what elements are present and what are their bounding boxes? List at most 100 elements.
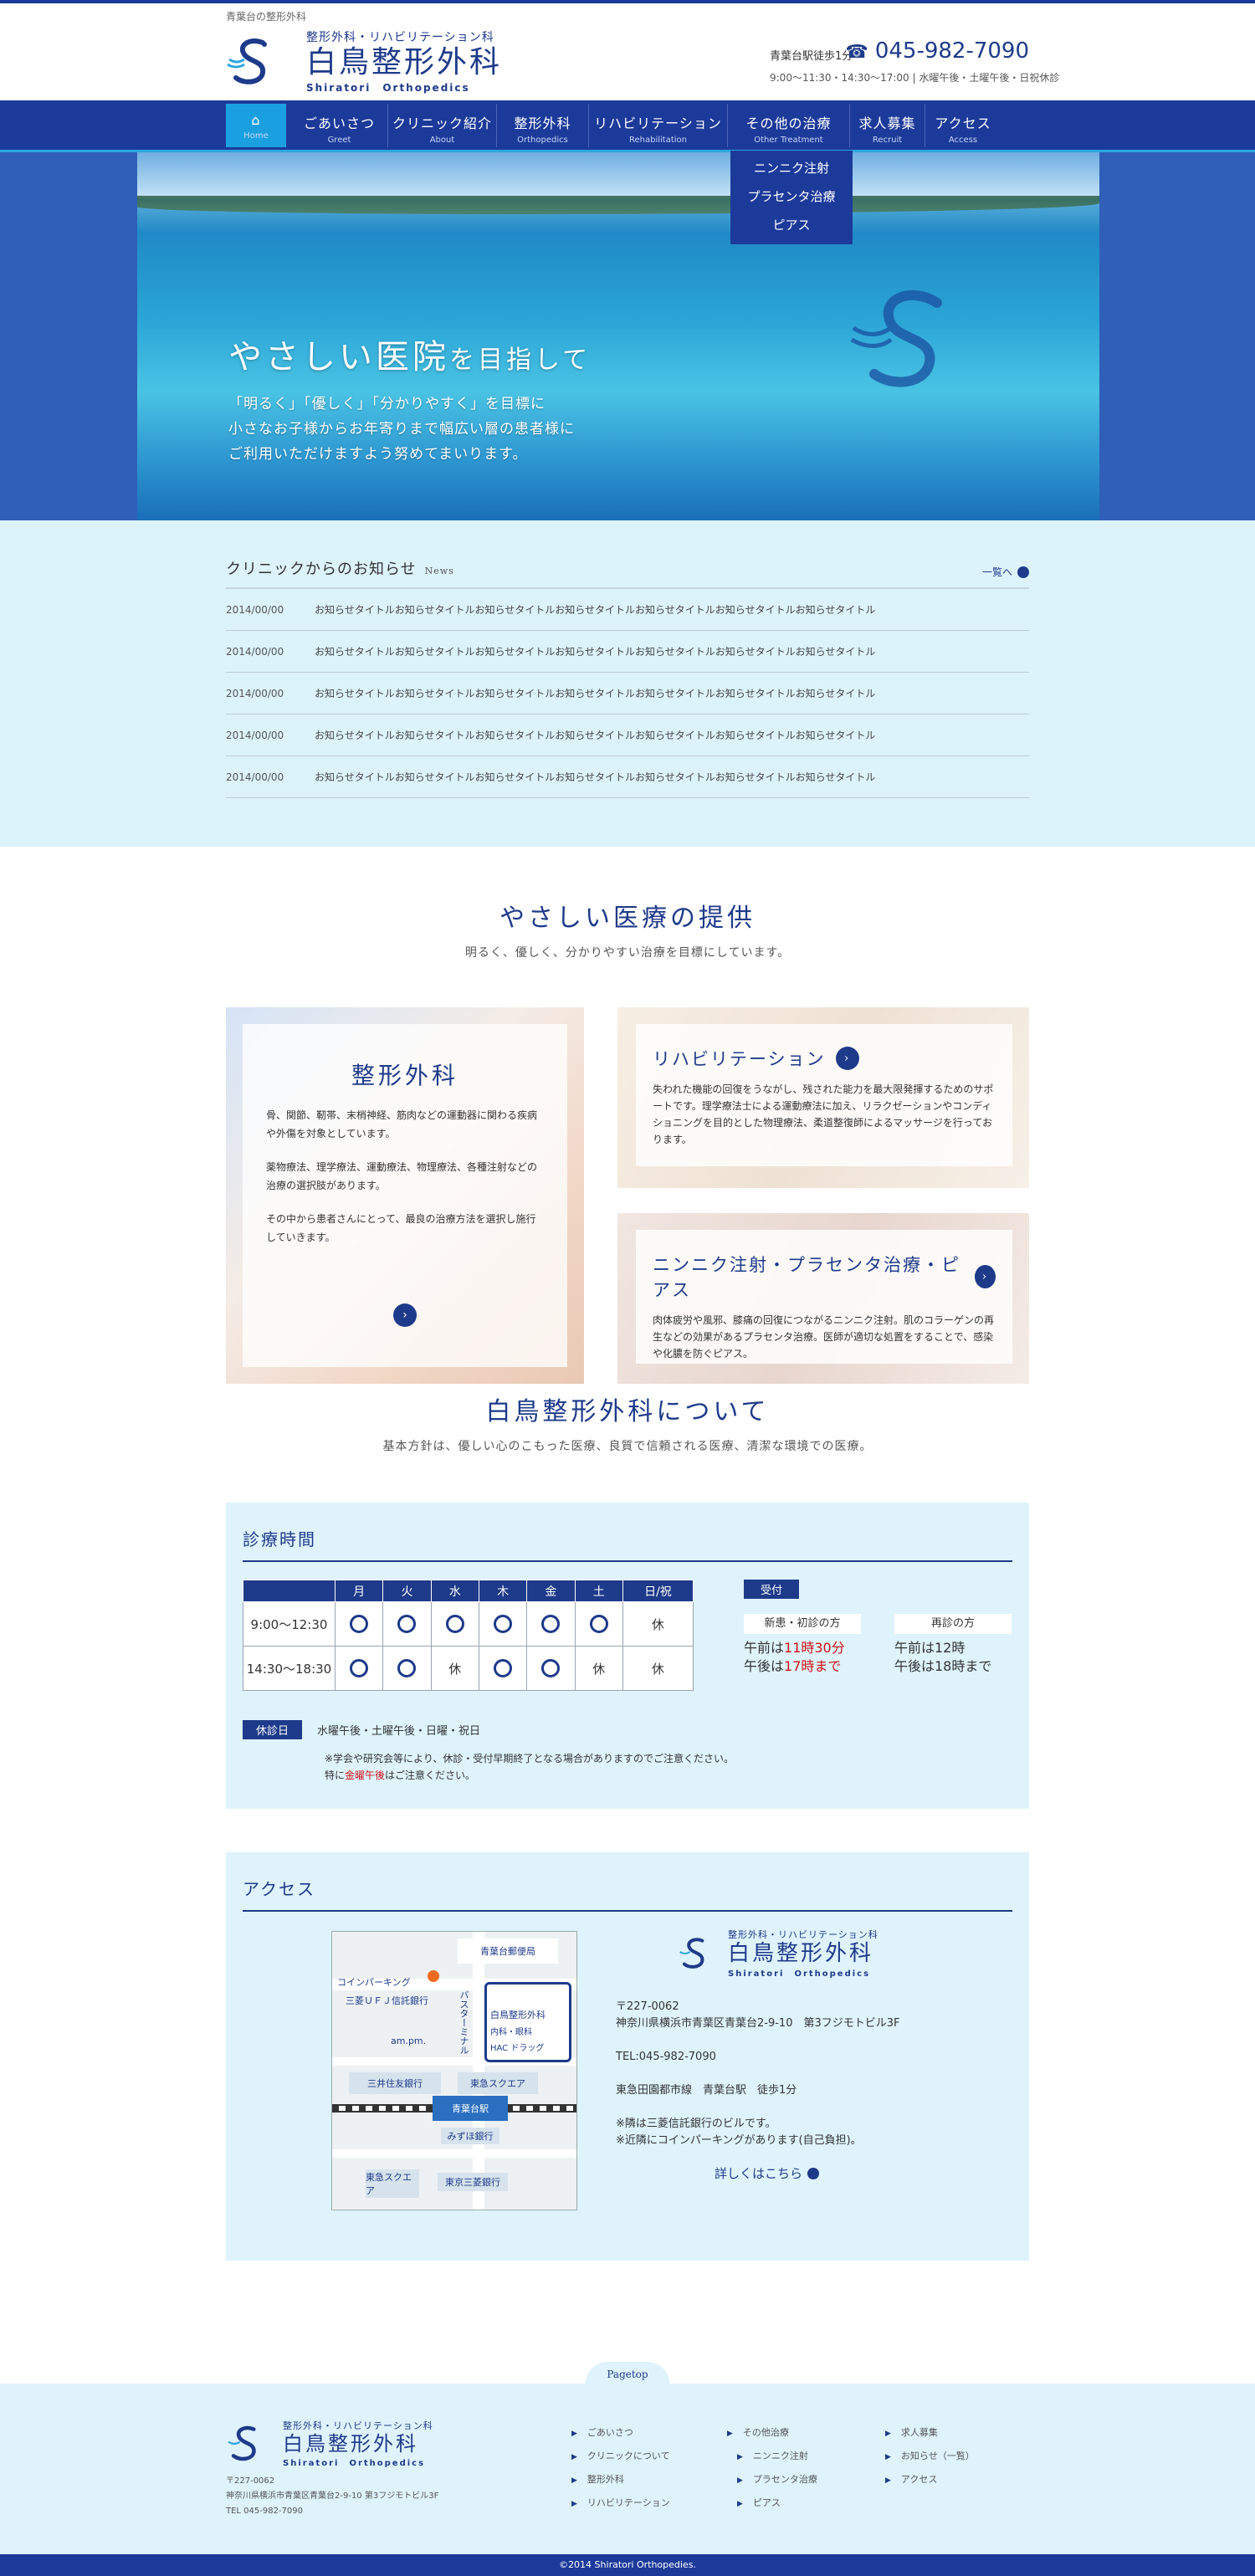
logo-title: 白鳥整形外科: [306, 45, 503, 79]
hero-text: 「明るく」「優しく」「分かりやすく」を目標に 小さなお子様からお年寄りまで幅広い…: [228, 392, 575, 467]
hours-note-2: 特に金曜午後はご注意ください。: [325, 1767, 734, 1784]
closed-days-badge: 休診日: [243, 1720, 303, 1739]
footer-link[interactable]: ▶ ニンニク注射: [727, 2449, 817, 2472]
triangle-right-icon: ▶: [737, 2453, 743, 2461]
new-patient-am: 午前は11時30分: [744, 1639, 861, 1657]
home-icon: ⌂: [251, 111, 261, 128]
footer-link[interactable]: ▶ ピアス: [727, 2496, 817, 2519]
footer-link[interactable]: ▶ その他治療: [727, 2425, 817, 2449]
map-post-office: 青葉台郵便局: [458, 1938, 558, 1964]
open-mark: [574, 1601, 623, 1646]
orthopedics-text-3: その中から患者さんにとって、最良の治療方法を選択し施行していきます。: [266, 1213, 536, 1243]
returning-patient-title: 再診の方: [894, 1614, 1012, 1634]
other-treatment-card[interactable]: ニンニク注射・プラセンタ治療・ピアス › 肉体疲労や風邪、膝痛の回復につながるニン…: [617, 1213, 1029, 1384]
closed-mark: 休: [622, 1601, 694, 1646]
news-item[interactable]: 2014/00/00 お知らせタイトルお知らせタイトルお知らせタイトルお知らせタイ…: [226, 589, 1029, 631]
footer-link[interactable]: ▶ クリニックについて: [571, 2449, 670, 2472]
rehabilitation-card-title: リハビリテーション ›: [653, 1046, 996, 1071]
chevron-right-icon[interactable]: ›: [974, 1265, 996, 1288]
orthopedics-card[interactable]: 整形外科 骨、関節、靭帯、末梢神経、筋肉などの運動器に関わる疾病や外傷を対象とし…: [226, 1007, 584, 1384]
nav-home[interactable]: ⌂ Home: [226, 103, 286, 147]
new-patient-col: 新患・初診の方 午前は11時30分 午後は17時まで: [744, 1614, 861, 1676]
nav-greet[interactable]: ごあいさつ Greet: [291, 103, 388, 147]
access-map[interactable]: 青葉台郵便局 コインパーキング 三菱ＵＦＪ信託銀行 バスターミナル am.pm.…: [331, 1931, 577, 2210]
dropdown-placenta[interactable]: プラセンタ治療: [730, 182, 853, 211]
footer-link[interactable]: ▶ 整形外科: [571, 2472, 670, 2496]
hero-sky: [137, 152, 1099, 198]
footer-link-text: ごあいさつ: [587, 2427, 633, 2438]
footer-link[interactable]: ▶ リハビリテーション: [571, 2496, 670, 2519]
nav-about[interactable]: クリニック紹介 About: [388, 103, 497, 147]
map-tokyu-label: 東急スクエア: [470, 2078, 525, 2089]
pagetop-button[interactable]: Pagetop: [586, 2362, 669, 2384]
nav-other-treatment[interactable]: その他の治療 Other Treatment: [728, 103, 850, 147]
footer-link[interactable]: ▶ プラセンタ治療: [727, 2472, 817, 2496]
news-more-link[interactable]: 一覧へ: [982, 565, 1029, 579]
chevron-right-icon[interactable]: ›: [393, 1303, 417, 1327]
chevron-right-icon[interactable]: ›: [835, 1047, 859, 1070]
map-station: 青葉台駅: [433, 2096, 508, 2121]
dropdown-piercing[interactable]: ピアス: [730, 211, 853, 239]
phone-text: 045-982-7090: [874, 38, 1029, 64]
treatments-subtitle: 明るく、優しく、分かりやすい治療を目標にしています。: [464, 946, 791, 960]
footer-link[interactable]: ▶ アクセス: [885, 2472, 975, 2496]
access-logo: 整形外科・リハビリテーション科 白鳥整形外科 Shiratori Orthope…: [678, 1928, 984, 1979]
hours-row-pm: 14:30～18:30 休 休 休: [243, 1646, 694, 1691]
open-circle-icon: [397, 1659, 417, 1677]
map-mitsubishi-label: 東京三菱銀行: [445, 2177, 500, 2188]
swan-logo-icon: [679, 1937, 704, 1969]
news-item[interactable]: 2014/00/00 お知らせタイトルお知らせタイトルお知らせタイトルお知らせタイ…: [226, 714, 1029, 756]
footer-link[interactable]: ▶ ごあいさつ: [571, 2425, 670, 2449]
map-station-label: 青葉台駅: [452, 2103, 489, 2114]
open-circle-icon: [541, 1659, 561, 1677]
day-sat: 土: [574, 1580, 623, 1602]
phone-icon: ☎: [845, 42, 868, 63]
phone-number[interactable]: ☎ 045-982-7090: [845, 38, 1029, 64]
news-date: 2014/00/00: [226, 771, 284, 783]
footer-links-3: ▶ 求人募集 ▶ お知らせ（一覧） ▶ アクセス: [885, 2425, 975, 2496]
rehabilitation-text: 失われた機能の回復をうながし、残された能力を最大限発揮するためのサポートです。理…: [653, 1083, 994, 1145]
access-note-2: ※近隣にコインパーキングがあります(自己負担)。: [616, 2134, 862, 2147]
nav-rehab-en: Rehabilitation: [628, 135, 687, 145]
nav-rehabilitation[interactable]: リハビリテーション Rehabilitation: [589, 103, 728, 147]
news-item[interactable]: 2014/00/00 お知らせタイトルお知らせタイトルお知らせタイトルお知らせタイ…: [226, 756, 1029, 798]
news-item[interactable]: 2014/00/00 お知らせタイトルお知らせタイトルお知らせタイトルお知らせタイ…: [226, 673, 1029, 714]
rehabilitation-card[interactable]: リハビリテーション › 失われた機能の回復をうながし、残された能力を最大限発揮する…: [617, 1007, 1029, 1188]
site-logo[interactable]: 整形外科・リハビリテーション科 白鳥整形外科 Shiratori Orthope…: [226, 28, 502, 95]
map-road: [332, 2149, 576, 2158]
orthopedics-text-1: 骨、関節、靭帯、末梢神経、筋肉などの運動器に関わる疾病や外傷を対象としています。: [266, 1109, 538, 1139]
map-mitsubishi: 東京三菱銀行: [438, 2173, 508, 2191]
station-info: 青葉台駅徒歩1分: [770, 50, 853, 63]
news-item[interactable]: 2014/00/00 お知らせタイトルお知らせタイトルお知らせタイトルお知らせタイ…: [226, 631, 1029, 673]
note2-a: 特に: [325, 1769, 346, 1781]
hero-title-tail: を目指して: [449, 346, 592, 375]
map-mizuho-label: みずほ銀行: [447, 2131, 494, 2142]
nav-access[interactable]: アクセス Access: [925, 104, 1001, 147]
nav-orthopedics[interactable]: 整形外科 Orthopedics: [497, 103, 589, 147]
new-am-time: 11時30分: [784, 1640, 845, 1656]
new-am-label: 午前は: [744, 1640, 785, 1656]
access-tel: TEL:045-982-7090: [616, 2051, 716, 2063]
map-clinic-label: 白鳥整形外科: [490, 2010, 546, 2020]
access-more-link[interactable]: 詳しくはこちら: [715, 2164, 984, 2182]
other-treatment-dropdown: ニンニク注射 プラセンタ治療 ピアス: [730, 151, 853, 244]
closed-days-text: 水曜午後・土曜午後・日曜・祝日: [317, 1725, 481, 1738]
day-thu: 木: [478, 1580, 528, 1602]
nav-recruit[interactable]: 求人募集 Recruit: [850, 103, 925, 147]
footer-links-2: ▶ その他治療 ▶ ニンニク注射 ▶ プラセンタ治療 ▶ ピアス: [727, 2425, 817, 2519]
access-logo-sub: 整形外科・リハビリテーション科: [728, 1929, 878, 1940]
dropdown-garlic-injection[interactable]: ニンニク注射: [730, 154, 853, 182]
closed-mark: 休: [622, 1646, 694, 1691]
new-pm-time: 17時まで: [784, 1658, 842, 1674]
hero-swan-icon: [850, 290, 942, 387]
treatments-title: やさしい医療の提供: [499, 904, 756, 933]
arrow-circle-icon: [1017, 566, 1029, 578]
map-coinparking: コインパーキング: [337, 1977, 411, 1988]
orthopedics-card-title: 整形外科: [351, 1062, 458, 1089]
news-text: お知らせタイトルお知らせタイトルお知らせタイトルお知らせタイトルお知らせタイトル…: [315, 646, 876, 658]
main-nav: ⌂ Home ごあいさつ Greet クリニック紹介 About 整形外科 Or…: [0, 100, 1255, 152]
footer-logo[interactable]: 整形外科・リハビリテーション科 白鳥整形外科 Shiratori Orthope…: [226, 2419, 433, 2468]
hours-title: 診療時間: [243, 1526, 1012, 1562]
footer-link[interactable]: ▶ 求人募集: [885, 2425, 975, 2449]
footer-link[interactable]: ▶ お知らせ（一覧）: [885, 2449, 975, 2472]
